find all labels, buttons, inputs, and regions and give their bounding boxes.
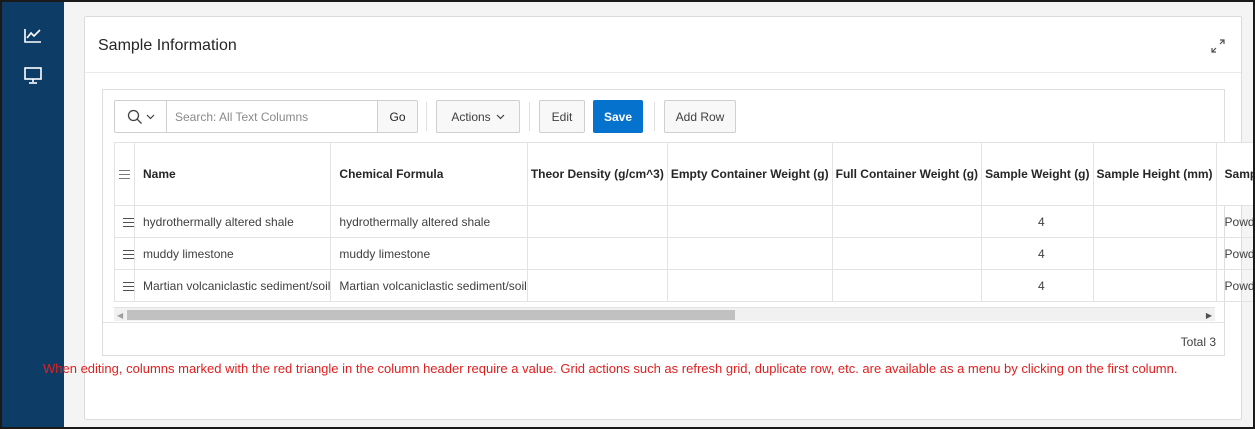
cell-empty-container-weight[interactable] bbox=[666, 269, 833, 302]
cell-name[interactable]: muddy limestone bbox=[133, 237, 332, 270]
cell-name[interactable]: hydrothermally altered shale bbox=[133, 205, 332, 238]
cell-sample-weight[interactable]: 4 bbox=[981, 237, 1094, 270]
cell-sample-weight[interactable]: 4 bbox=[981, 205, 1094, 238]
cell-sample-height[interactable] bbox=[1092, 237, 1217, 270]
header-row: Name Chemical Formula Theor Density (g/c… bbox=[114, 142, 1253, 206]
cell-sample-height[interactable] bbox=[1092, 269, 1217, 302]
chevron-down-icon bbox=[146, 114, 154, 119]
grid-toolbar: Go Actions Edit Save Add Row bbox=[103, 90, 1224, 142]
total-count: Total 3 bbox=[1180, 335, 1216, 349]
toolbar-separator bbox=[426, 102, 427, 131]
scrollbar-thumb[interactable] bbox=[127, 310, 735, 320]
column-header-theor-density[interactable]: Theor Density (g/cm^3) bbox=[526, 142, 668, 206]
scroll-left-arrow-icon[interactable]: ◀ bbox=[117, 311, 123, 320]
cell-full-container-weight[interactable] bbox=[831, 205, 983, 238]
cell-full-container-weight[interactable] bbox=[831, 237, 983, 270]
row-actions-menu[interactable] bbox=[114, 237, 135, 270]
cell-chemical-formula[interactable]: muddy limestone bbox=[330, 237, 528, 270]
column-header-sample-height[interactable]: Sample Height (mm) bbox=[1092, 142, 1217, 206]
cell-sample-form[interactable]: Powder bbox=[1215, 269, 1253, 302]
actions-label: Actions bbox=[451, 109, 491, 124]
region-title: Sample Information bbox=[98, 37, 237, 54]
cell-chemical-formula[interactable]: hydrothermally altered shale bbox=[330, 205, 528, 238]
menu-icon bbox=[123, 281, 134, 291]
table-row: Martian volcaniclastic sediment/soil Mar… bbox=[114, 269, 1253, 302]
edit-button[interactable]: Edit bbox=[539, 100, 585, 133]
app-frame: Sample Information Search: All Text Colu… bbox=[0, 0, 1255, 429]
row-selector-header[interactable] bbox=[114, 142, 135, 206]
actions-menu-button[interactable]: Actions bbox=[436, 100, 520, 133]
cell-theor-density[interactable] bbox=[526, 237, 668, 270]
cell-sample-form[interactable]: Powder bbox=[1215, 237, 1253, 270]
cell-theor-density[interactable] bbox=[526, 205, 668, 238]
region-header: Sample Information bbox=[85, 17, 1241, 73]
column-header-name[interactable]: Name bbox=[133, 142, 332, 206]
cell-sample-weight[interactable]: 4 bbox=[981, 269, 1094, 302]
grid-footer-divider bbox=[103, 322, 1224, 323]
scroll-right-arrow-icon[interactable]: ▶ bbox=[1206, 311, 1212, 320]
desktop-icon[interactable] bbox=[22, 64, 44, 86]
column-header-full-container-weight[interactable]: Full Container Weight (g) bbox=[831, 142, 983, 206]
cell-empty-container-weight[interactable] bbox=[666, 205, 833, 238]
save-button[interactable]: Save bbox=[593, 100, 643, 133]
search-bar: Go bbox=[114, 100, 418, 133]
table-row: hydrothermally altered shale hydrotherma… bbox=[114, 205, 1253, 238]
cell-chemical-formula[interactable]: Martian volcaniclastic sediment/soil bbox=[330, 269, 528, 302]
table-row: muddy limestone muddy limestone 4 Powder bbox=[114, 237, 1253, 270]
add-row-button[interactable]: Add Row bbox=[664, 100, 736, 133]
column-header-chemical-formula[interactable]: Chemical Formula bbox=[330, 142, 528, 206]
column-header-sample-weight[interactable]: Sample Weight (g) bbox=[981, 142, 1094, 206]
help-note: When editing, columns marked with the re… bbox=[43, 361, 1178, 376]
cell-sample-height[interactable] bbox=[1092, 205, 1217, 238]
search-icon bbox=[127, 109, 142, 124]
cell-name[interactable]: Martian volcaniclastic sediment/soil bbox=[133, 269, 332, 302]
menu-icon bbox=[119, 170, 130, 180]
search-scope-button[interactable] bbox=[115, 101, 167, 132]
cell-full-container-weight[interactable] bbox=[831, 269, 983, 302]
row-actions-menu[interactable] bbox=[114, 205, 135, 238]
interactive-grid: Go Actions Edit Save Add Row bbox=[102, 89, 1253, 356]
column-header-empty-container-weight[interactable]: Empty Container Weight (g) bbox=[666, 142, 833, 206]
grid-table: Name Chemical Formula Theor Density (g/c… bbox=[114, 142, 1253, 302]
column-header-sample-form[interactable]: Sample Form bbox=[1215, 142, 1253, 206]
row-actions-menu[interactable] bbox=[114, 269, 135, 302]
cell-theor-density[interactable] bbox=[526, 269, 668, 302]
toolbar-separator bbox=[529, 102, 530, 131]
menu-icon bbox=[123, 249, 134, 259]
cell-empty-container-weight[interactable] bbox=[666, 237, 833, 270]
go-button[interactable]: Go bbox=[377, 101, 417, 132]
search-input[interactable] bbox=[167, 101, 377, 132]
horizontal-scrollbar[interactable]: ◀ ▶ bbox=[114, 307, 1215, 321]
toolbar-separator bbox=[654, 102, 655, 131]
menu-icon bbox=[123, 217, 134, 227]
line-chart-icon[interactable] bbox=[22, 24, 44, 46]
cell-sample-form[interactable]: Powder bbox=[1215, 205, 1253, 238]
expand-icon[interactable] bbox=[1209, 37, 1227, 55]
chevron-down-icon bbox=[496, 114, 505, 119]
